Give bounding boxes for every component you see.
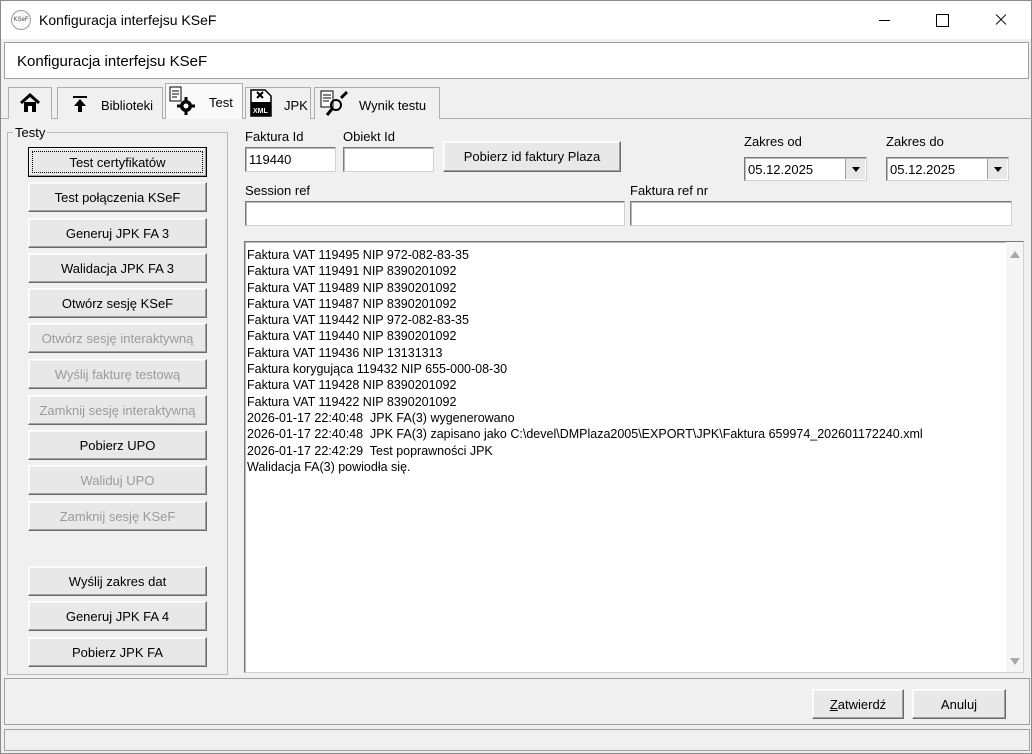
obiekt-id-input[interactable] [343,147,434,172]
zakres-od-datepicker[interactable]: 05.12.2025 [744,157,867,181]
header-panel: Konfiguracja interfejsu KSeF [4,42,1029,79]
scroll-up-arrow-icon[interactable] [1010,251,1020,258]
test-certyfikatow-button[interactable]: Test certyfikatów [28,147,207,177]
generuj-jpk-fa3-button[interactable]: Generuj JPK FA 3 [28,218,207,248]
window-title: Konfiguracja interfejsu KSeF [39,12,217,28]
tab-jpk[interactable]: XML JPK [245,87,311,119]
zakres-od-value: 05.12.2025 [748,162,814,177]
tab-jpk-label: JPK [284,98,308,113]
log-line: Faktura VAT 119422 NIP 8390201092 [247,394,457,409]
log-line: Faktura VAT 119489 NIP 8390201092 [247,280,457,295]
faktura-id-input[interactable]: 119440 [245,147,336,172]
minimize-button[interactable] [861,1,907,39]
zamknij-sesje-interaktywna-button[interactable]: Zamknij sesję interaktywną [28,395,207,425]
pobierz-upo-button[interactable]: Pobierz UPO [28,430,207,460]
wyslij-fakture-testowa-button[interactable]: Wyślij fakturę testową [28,359,207,389]
header-title: Konfiguracja interfejsu KSeF [17,53,208,70]
home-icon [20,92,40,112]
tests-groupbox-label: Testy [13,125,48,140]
zatwierdz-button[interactable]: Zatwierdź [812,689,904,719]
log-line: Faktura VAT 119495 NIP 972-082-83-35 [247,248,469,262]
log-line: Faktura VAT 119428 NIP 8390201092 [247,378,457,393]
zakres-do-datepicker[interactable]: 05.12.2025 [886,157,1009,181]
bottom-button-panel: Zatwierdź Anuluj [4,678,1030,725]
anuluj-button[interactable]: Anuluj [912,689,1006,719]
log-line: Faktura VAT 119487 NIP 8390201092 [247,296,457,311]
tab-wynik-testu-label: Wynik testu [359,98,427,113]
tab-bar: Biblioteki Test XML JPK Wynik testu [5,83,1029,119]
otworz-sesje-interaktywna-button[interactable]: Otwórz sesję interaktywną [28,323,207,353]
faktura-ref-label: Faktura ref nr [630,183,709,198]
ksef-logo-icon: KSeF [11,10,31,30]
session-ref-input[interactable] [245,201,625,226]
title-bar: KSeF Konfiguracja interfejsu KSeF [1,1,1031,39]
test-polaczenia-ksef-button[interactable]: Test połączenia KSeF [28,182,207,212]
maximize-button[interactable] [919,1,965,39]
zatwierdz-mnemonic: Z [829,696,838,712]
close-button[interactable] [977,1,1023,39]
scroll-down-arrow-icon[interactable] [1010,658,1020,665]
zakres-od-label: Zakres od [744,134,802,149]
log-line: 2026-01-17 22:40:48 JPK FA(3) zapisano j… [247,427,923,442]
generuj-jpk-fa4-button[interactable]: Generuj JPK FA 4 [28,601,207,631]
upload-arrow-icon [73,96,87,112]
app-window: KSeF Konfiguracja interfejsu KSeF Konfig… [0,0,1032,754]
log-content: Faktura VAT 119495 NIP 972-082-83-35 Fak… [247,247,923,475]
log-textarea[interactable]: Faktura VAT 119495 NIP 972-082-83-35 Fak… [244,241,1024,673]
walidacja-jpk-fa3-button[interactable]: Walidacja JPK FA 3 [28,253,207,283]
tab-biblioteki[interactable]: Biblioteki [57,87,163,119]
faktura-id-label: Faktura Id [245,129,304,144]
wyslij-zakres-dat-button[interactable]: Wyślij zakres dat [28,566,207,596]
log-line: Faktura VAT 119491 NIP 8390201092 [247,264,457,279]
log-line: Walidacja FA(3) powiodła się. [247,459,411,474]
tab-wynik-testu[interactable]: Wynik testu [314,87,440,119]
faktura-ref-input[interactable] [630,201,1012,226]
obiekt-id-label: Obiekt Id [343,129,396,144]
pobierz-jpk-fa-button[interactable]: Pobierz JPK FA [28,637,207,667]
pobierz-id-faktury-button[interactable]: Pobierz id faktury Plaza [443,141,621,172]
zakres-do-dropdown-icon[interactable] [987,159,1007,179]
zakres-do-label: Zakres do [886,134,944,149]
session-ref-label: Session ref [245,183,311,198]
zamknij-sesje-ksef-button[interactable]: Zamknij sesję KSeF [28,501,207,531]
magnifier-document-icon [320,90,349,116]
log-line: Faktura korygująca 119432 NIP 655-000-08… [247,362,508,377]
zatwierdz-label: atwierdź [837,696,887,712]
log-vertical-scrollbar[interactable] [1006,242,1023,672]
zakres-do-value: 05.12.2025 [890,162,956,177]
log-line: Faktura VAT 119442 NIP 972-082-83-35 [247,313,469,328]
log-line: 2026-01-17 22:40:48 JPK FA(3) wygenerowa… [247,410,515,425]
svg-text:XML: XML [253,108,269,115]
log-line: 2026-01-17 22:42:29 Test poprawności JPK [247,443,493,458]
tab-test[interactable]: Test [165,83,243,119]
status-bar [4,729,1030,751]
waliduj-upo-button[interactable]: Waliduj UPO [28,465,207,495]
tab-test-label: Test [209,95,233,110]
otworz-sesje-ksef-button[interactable]: Otwórz sesję KSeF [28,288,207,318]
xml-file-icon: XML [250,89,272,117]
log-line: Faktura VAT 119440 NIP 8390201092 [247,329,457,344]
tab-home[interactable] [8,87,52,119]
log-line: Faktura VAT 119436 NIP 13131313 [247,345,443,360]
zakres-od-dropdown-icon[interactable] [845,159,865,179]
gear-document-icon [169,86,195,115]
tab-biblioteki-label: Biblioteki [101,98,154,113]
